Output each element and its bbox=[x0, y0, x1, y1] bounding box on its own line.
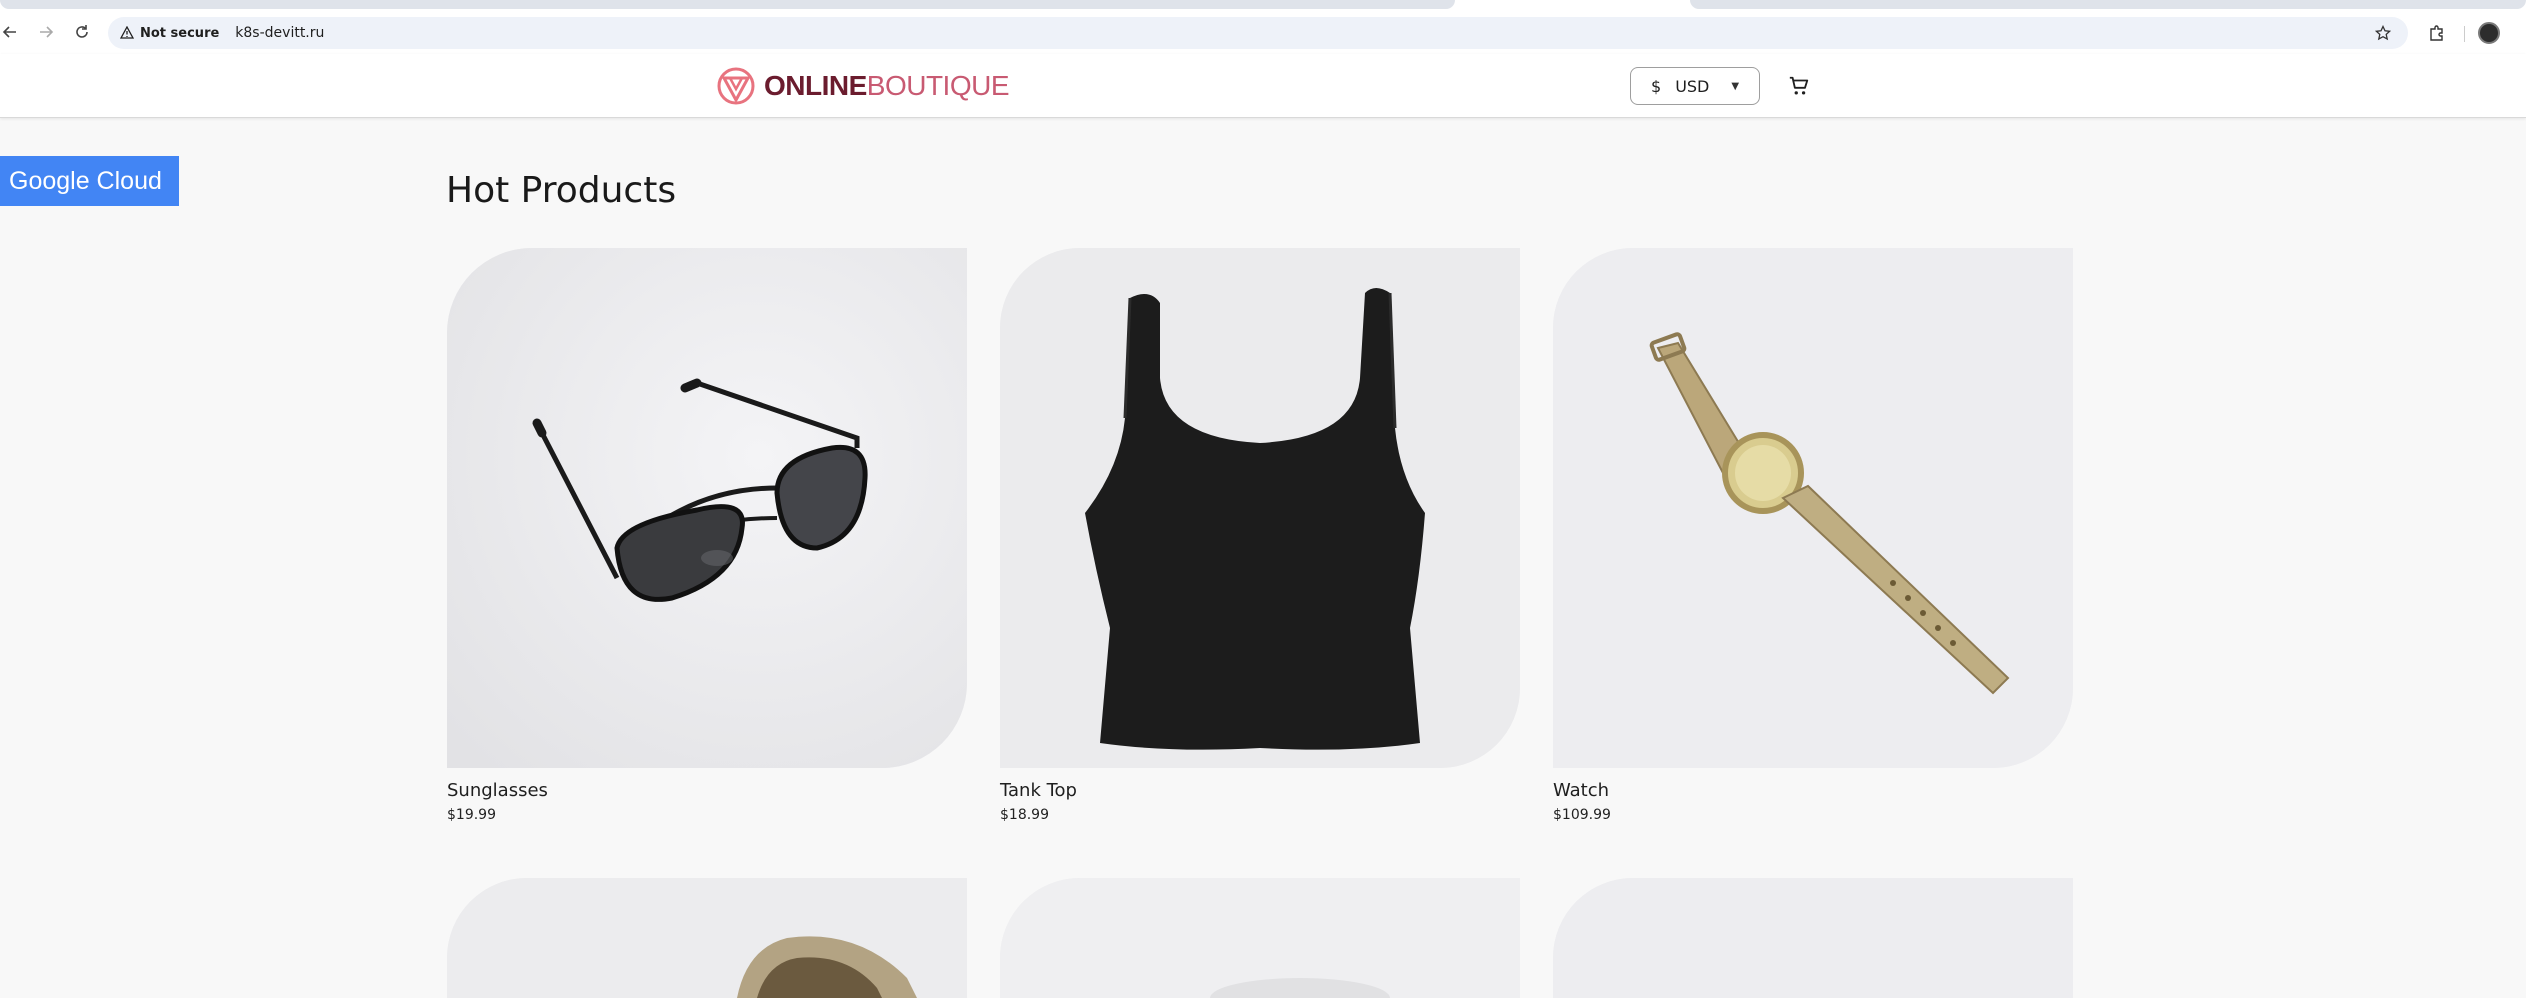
google-cloud-badge[interactable]: Google Cloud bbox=[0, 156, 179, 206]
address-bar[interactable]: Not secure k8s-devitt.ru bbox=[108, 17, 2408, 49]
puzzle-icon bbox=[2430, 25, 2443, 41]
product-illustration bbox=[447, 878, 967, 998]
browser-tab[interactable] bbox=[1690, 0, 2526, 9]
dropdown-caret-icon: ▼ bbox=[1731, 80, 1740, 92]
product-image-watch[interactable] bbox=[1553, 248, 2073, 768]
product-card[interactable]: Tank Top $18.99 bbox=[1000, 248, 1520, 823]
tank-top-illustration bbox=[1000, 248, 1520, 768]
forward-button[interactable] bbox=[34, 20, 58, 44]
logo-text-online: ONLINE bbox=[764, 70, 867, 101]
product-price: $18.99 bbox=[1000, 807, 1049, 823]
site-header: ONLINE BOUTIQUE $ USD ▼ bbox=[0, 54, 2526, 118]
product-image-tank-top[interactable] bbox=[1000, 248, 1520, 768]
logo-text-boutique: BOUTIQUE bbox=[866, 70, 1010, 101]
product-illustration bbox=[1553, 878, 2073, 998]
browser-toolbar: Not secure k8s-devitt.ru bbox=[0, 12, 2526, 54]
product-card[interactable] bbox=[1553, 878, 2073, 998]
site-logo[interactable]: ONLINE BOUTIQUE bbox=[716, 66, 1010, 106]
shopping-cart-icon bbox=[1789, 76, 1809, 95]
product-price: $19.99 bbox=[447, 807, 496, 823]
security-chip[interactable]: Not secure bbox=[120, 26, 219, 41]
back-arrow-icon bbox=[2, 26, 16, 38]
reload-button[interactable] bbox=[70, 20, 94, 44]
product-image-sunglasses[interactable] bbox=[447, 248, 967, 768]
back-button[interactable] bbox=[0, 20, 22, 44]
browser-tabstrip bbox=[0, 0, 2526, 12]
product-card[interactable]: Sunglasses $19.99 bbox=[447, 248, 967, 823]
browser-tab[interactable] bbox=[0, 0, 1455, 9]
sunglasses-illustration bbox=[447, 248, 967, 768]
product-card[interactable]: Watch $109.99 bbox=[1553, 248, 2073, 823]
logo-text: ONLINE BOUTIQUE bbox=[764, 70, 1010, 102]
forward-arrow-icon bbox=[40, 26, 54, 38]
cart-button[interactable] bbox=[1785, 72, 1813, 100]
logo-mark-icon bbox=[717, 67, 755, 105]
toolbar-divider bbox=[2464, 26, 2465, 42]
bookmark-button[interactable] bbox=[2372, 22, 2394, 44]
product-name[interactable]: Sunglasses bbox=[447, 780, 967, 801]
product-name[interactable]: Watch bbox=[1553, 780, 2073, 801]
currency-select[interactable]: $ USD ▼ bbox=[1630, 67, 1760, 105]
product-image[interactable] bbox=[1553, 878, 2073, 998]
url-text[interactable]: k8s-devitt.ru bbox=[235, 25, 324, 41]
warning-icon bbox=[120, 26, 134, 39]
product-illustration bbox=[1000, 878, 1520, 998]
reload-icon bbox=[76, 25, 88, 38]
profile-avatar[interactable] bbox=[2478, 22, 2500, 44]
product-image[interactable] bbox=[447, 878, 967, 998]
extensions-button[interactable] bbox=[2425, 21, 2449, 45]
security-label: Not secure bbox=[140, 25, 220, 41]
product-image[interactable] bbox=[1000, 878, 1520, 998]
google-cloud-label: Google Cloud bbox=[9, 166, 162, 195]
product-card[interactable] bbox=[1000, 878, 1520, 998]
star-icon bbox=[2375, 25, 2391, 41]
currency-code: USD bbox=[1675, 76, 1710, 96]
watch-illustration bbox=[1553, 248, 2073, 768]
page-title: Hot Products bbox=[446, 170, 677, 211]
product-price: $109.99 bbox=[1553, 807, 1611, 823]
product-card[interactable] bbox=[447, 878, 967, 998]
product-name[interactable]: Tank Top bbox=[1000, 780, 1520, 801]
currency-symbol: $ bbox=[1651, 76, 1662, 96]
